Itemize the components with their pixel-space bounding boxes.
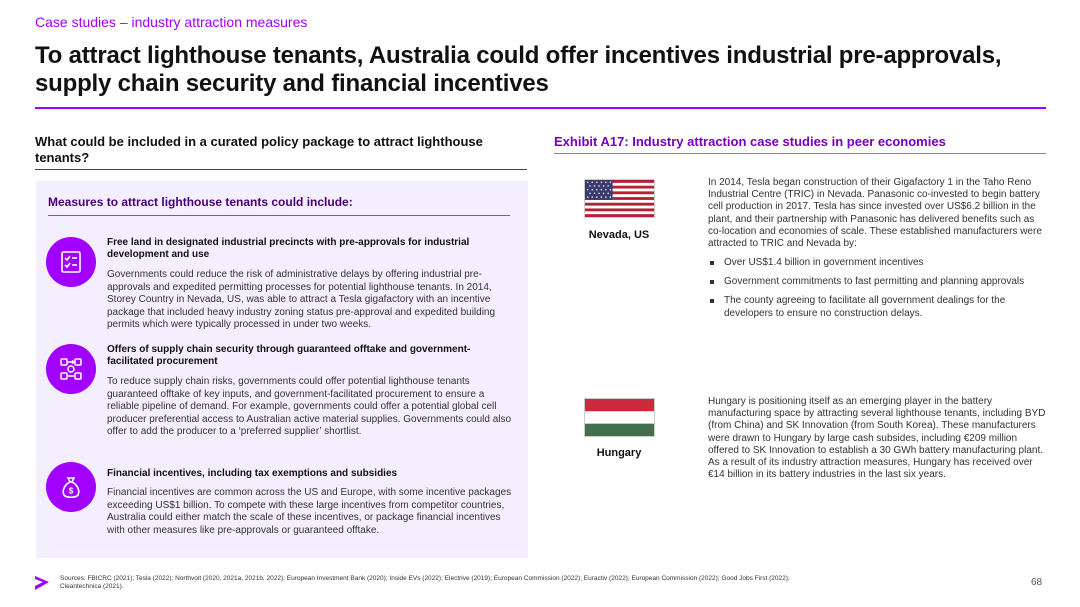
list-item: Over US$1.4 billion in government incent… <box>708 257 1048 269</box>
left-question-heading: What could be included in a curated poli… <box>35 134 483 165</box>
us-flag-icon <box>584 179 655 218</box>
page-title: To attract lighthouse tenants, Australia… <box>35 42 1002 97</box>
case-text-nevada: In 2014, Tesla began construction of the… <box>708 177 1042 250</box>
panel-divider <box>48 215 510 216</box>
brand-chevron-icon <box>35 576 49 590</box>
case-text-hungary: Hungary is positioning itself as an emer… <box>708 396 1046 481</box>
title-divider <box>35 107 1046 109</box>
measures-panel: Measures to attract lighthouse tenants c… <box>36 181 528 558</box>
list-item: The county agreeing to facilitate all go… <box>708 295 1048 319</box>
measure-title: Free land in designated industrial preci… <box>107 237 470 260</box>
measure-body: Governments could reduce the risk of adm… <box>107 269 496 330</box>
measure-body: Financial incentives are common across t… <box>107 487 512 536</box>
hungary-flag-icon <box>584 398 655 437</box>
supply-chain-icon <box>46 344 96 394</box>
measure-title: Offers of supply chain security through … <box>107 344 471 367</box>
case-label-nevada: Nevada, US <box>588 229 650 241</box>
left-divider <box>35 169 527 170</box>
nevada-bullet-list: Over US$1.4 billion in government incent… <box>708 257 1048 327</box>
exhibit-title: Exhibit A17: Industry attraction case st… <box>554 134 946 149</box>
section-eyebrow: Case studies – industry attraction measu… <box>35 14 308 30</box>
panel-heading: Measures to attract lighthouse tenants c… <box>48 195 353 209</box>
measure-title: Financial incentives, including tax exem… <box>107 468 398 479</box>
case-label-hungary: Hungary <box>596 447 642 459</box>
list-item: Government commitments to fast permittin… <box>708 276 1048 288</box>
checklist-icon <box>46 237 96 287</box>
sources-footnote: Sources: FBICRC (2021); Tesla (2022); No… <box>60 575 790 590</box>
exhibit-divider <box>554 153 1046 154</box>
measure-body: To reduce supply chain risks, government… <box>107 376 512 437</box>
page-number: 68 <box>1031 577 1043 588</box>
money-bag-icon: $ <box>46 462 96 512</box>
svg-text:$: $ <box>69 487 74 496</box>
